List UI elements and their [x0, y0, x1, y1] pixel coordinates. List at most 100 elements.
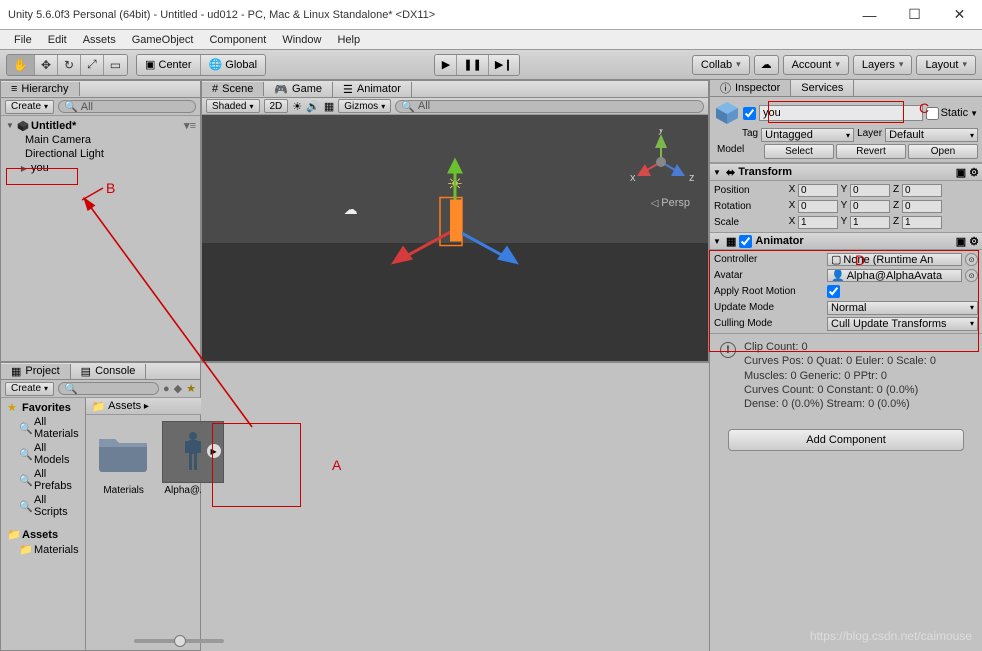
play-button[interactable]: ▶ — [435, 55, 457, 75]
zoom-slider[interactable] — [134, 639, 224, 643]
fav-all-models[interactable]: 🔍All Models — [1, 441, 85, 467]
fav-all-prefabs[interactable]: 🔍All Prefabs — [1, 467, 85, 493]
scene-search[interactable]: 🔍All — [395, 100, 704, 113]
collab-dropdown[interactable]: Collab — [692, 55, 750, 75]
project-toolbar: Create 🔍 ● ◆ ★ — [1, 380, 200, 398]
scene-tab[interactable]: #Scene — [202, 82, 264, 96]
close-button[interactable]: ✕ — [937, 0, 982, 30]
hierarchy-tab[interactable]: ≡Hierarchy — [1, 82, 80, 96]
scale-x[interactable] — [798, 216, 838, 229]
menu-edit[interactable]: Edit — [40, 32, 75, 48]
animator-header[interactable]: ▼ ▦ Animator ▣ ⚙ — [710, 233, 982, 250]
object-picker[interactable]: ⊙ — [965, 253, 978, 266]
hierarchy-search[interactable]: 🔍All — [58, 100, 196, 113]
menu-file[interactable]: File — [6, 32, 40, 48]
gear-icon[interactable]: ⚙ — [969, 166, 979, 179]
project-item-materials[interactable]: Materials — [92, 421, 156, 496]
menu-gameobject[interactable]: GameObject — [124, 32, 202, 48]
static-checkbox[interactable] — [926, 107, 939, 120]
model-open-button[interactable]: Open — [908, 144, 978, 159]
light-icon[interactable]: ☀ — [292, 100, 302, 113]
transform-header[interactable]: ▼ ⬌ Transform ▣ ⚙ — [710, 164, 982, 181]
active-checkbox[interactable] — [743, 107, 756, 120]
services-tab[interactable]: Services — [791, 80, 854, 96]
hierarchy-item-you[interactable]: ▶you — [1, 161, 200, 175]
gameobject-cube-icon[interactable] — [714, 100, 740, 126]
add-component-button[interactable]: Add Component — [728, 429, 964, 451]
persp-label[interactable]: ◁ Persp — [651, 197, 690, 209]
static-toggle[interactable]: Static▼ — [926, 107, 978, 120]
star-icon[interactable]: ★ — [186, 382, 196, 395]
culling-mode-dropdown[interactable]: Cull Update Transforms — [827, 317, 978, 331]
gear-icon[interactable]: ⚙ — [969, 235, 979, 248]
shading-dropdown[interactable]: Shaded — [206, 99, 260, 113]
animator-tab[interactable]: ☰Animator — [333, 82, 412, 97]
hierarchy-item-camera[interactable]: Main Camera — [1, 133, 200, 147]
layout-dropdown[interactable]: Layout — [916, 55, 976, 75]
update-mode-dropdown[interactable]: Normal — [827, 301, 978, 315]
menu-component[interactable]: Component — [201, 32, 274, 48]
root-motion-checkbox[interactable] — [827, 285, 840, 298]
console-tab[interactable]: ▤Console — [71, 364, 147, 379]
scale-z[interactable] — [902, 216, 942, 229]
filter-icon-2[interactable]: ◆ — [174, 382, 182, 395]
menu-window[interactable]: Window — [274, 32, 329, 48]
animator-enabled-checkbox[interactable] — [739, 235, 752, 248]
object-name-field[interactable]: you — [759, 105, 923, 121]
model-select-button[interactable]: Select — [764, 144, 834, 159]
step-button[interactable]: ▶❙ — [489, 55, 519, 75]
rect-tool[interactable]: ▭ — [104, 55, 127, 75]
scene-viewport[interactable]: ☀ ☁ y z x — [202, 115, 708, 361]
controller-slot-icon: ▢ — [831, 253, 841, 266]
hand-tool[interactable]: ✋ — [7, 55, 35, 75]
axis-widget[interactable]: y z x — [628, 129, 694, 195]
rot-x[interactable] — [798, 200, 838, 213]
layers-dropdown[interactable]: Layers — [853, 55, 913, 75]
scene-menu-icon[interactable]: ▾≡ — [184, 119, 196, 132]
project-tab[interactable]: ▦Project — [1, 364, 71, 379]
avatar-field[interactable]: 👤Alpha@AlphaAvata — [827, 269, 962, 282]
maximize-button[interactable]: ☐ — [892, 0, 937, 30]
model-revert-button[interactable]: Revert — [836, 144, 906, 159]
pivot-center[interactable]: ▣ Center — [137, 55, 201, 75]
help-icon[interactable]: ▣ — [956, 166, 966, 179]
pause-button[interactable]: ❚❚ — [457, 55, 488, 75]
rot-y[interactable] — [850, 200, 890, 213]
menu-help[interactable]: Help — [329, 32, 368, 48]
hierarchy-item-light[interactable]: Directional Light — [1, 147, 200, 161]
project-create[interactable]: Create — [5, 382, 54, 396]
move-tool[interactable]: ✥ — [35, 55, 58, 75]
cloud-button[interactable]: ☁ — [754, 55, 779, 75]
scene-row[interactable]: ▼ Untitled* ▾≡ — [1, 118, 200, 133]
account-dropdown[interactable]: Account — [783, 55, 849, 75]
2d-toggle[interactable]: 2D — [264, 99, 289, 113]
project-search[interactable]: 🔍 — [58, 382, 159, 395]
inspector-tab[interactable]: ⓘInspector — [710, 80, 791, 96]
pos-y[interactable] — [850, 184, 890, 197]
pos-x[interactable] — [798, 184, 838, 197]
fav-all-materials[interactable]: 🔍All Materials — [1, 415, 85, 441]
gizmos-dropdown[interactable]: Gizmos — [338, 99, 391, 113]
controller-field[interactable]: ▢None (Runtime An — [827, 253, 962, 266]
help-icon[interactable]: ▣ — [956, 235, 966, 248]
assets-header[interactable]: 📁Assets — [1, 527, 85, 542]
favorites-header[interactable]: ★Favorites — [1, 400, 85, 415]
pivot-global[interactable]: 🌐 Global — [201, 55, 266, 75]
audio-icon[interactable]: 🔊 — [306, 100, 320, 113]
fav-all-scripts[interactable]: 🔍All Scripts — [1, 493, 85, 519]
assets-materials[interactable]: 📁Materials — [1, 542, 85, 557]
rotate-tool[interactable]: ↻ — [58, 55, 81, 75]
scale-y[interactable] — [850, 216, 890, 229]
fx-icon[interactable]: ▦ — [324, 100, 334, 113]
hierarchy-create[interactable]: Create — [5, 100, 54, 114]
pos-z[interactable] — [902, 184, 942, 197]
tag-dropdown[interactable]: Untagged — [761, 128, 854, 142]
game-tab[interactable]: 🎮Game — [264, 82, 333, 97]
rot-z[interactable] — [902, 200, 942, 213]
scale-tool[interactable]: ⤢ — [81, 55, 104, 75]
layer-dropdown[interactable]: Default — [885, 128, 978, 142]
object-picker[interactable]: ⊙ — [965, 269, 978, 282]
menu-assets[interactable]: Assets — [75, 32, 124, 48]
filter-icon[interactable]: ● — [163, 383, 170, 395]
minimize-button[interactable]: — — [847, 0, 892, 30]
